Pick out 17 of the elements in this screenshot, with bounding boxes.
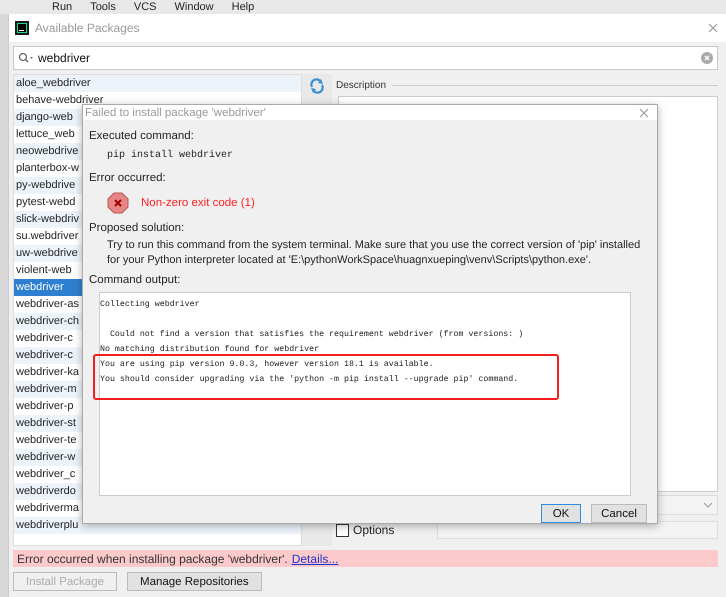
output-line: You should consider upgrading via the 'python -m pip install --upgrade pip' command. [100,374,520,386]
output-line: No matching distribution found for webdriver [100,344,320,356]
command-text: pip install webdriver [107,148,234,163]
output-line: Collecting webdriver [100,299,201,311]
output-line: You are using pip version 9.0.3, however version 18.1 is available. [100,359,435,371]
options-label: Options [353,523,396,537]
error-text: Non-zero exit code (1) [141,197,255,209]
description-label: Description [336,80,386,90]
output-line: Could not find a version that satisfies the requirement webdriver (from versions: ) [108,329,524,341]
section-label: Command output: [89,273,182,288]
section-label: Proposed solution: [89,221,186,236]
window-title: Available Packages [35,21,141,35]
section-label: Error occurred: [89,171,167,186]
solution-text: Try to run this command from the system terminal. Make sure that you use the correct version of 'pip' installed for your Python interpreter located at 'E:\pythonWorkSpace\huagnxueping\venv\Scripts\python.exe'. [107,238,641,268]
dialog-title: Failed to install package 'webdriver' [85,106,267,118]
section-label: Executed command: [89,129,195,144]
error-message: Error occurred when installing package 'webdriver'. [17,552,288,566]
